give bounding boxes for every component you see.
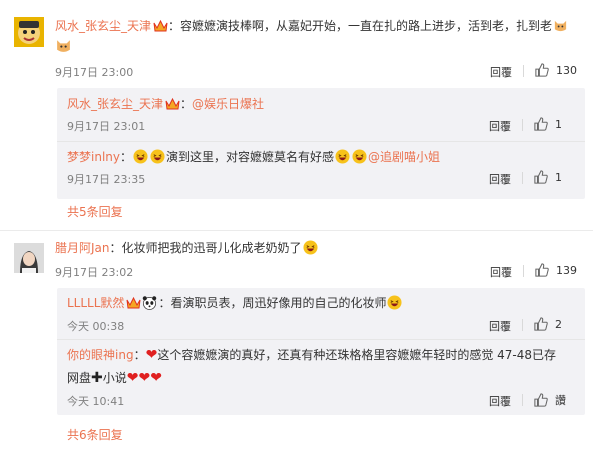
panda-emoji-icon: [143, 296, 157, 310]
red-heart-emoji: ❤: [138, 370, 151, 386]
reply-line: 你的眼神ing：❤这个容嬷嬷演的真好，还真有种还珠格格里容嬷嬷年轻时的感觉 47…: [67, 346, 556, 363]
comment-line: 风水_张玄尘_天津 ：容嬷嬷演技棒啊，从嘉妃开始，一直在扎的路上进步，活到老，扎到…: [55, 17, 569, 34]
comment-divider: [0, 230, 593, 231]
heavy-plus-emoji: ✚: [91, 370, 103, 386]
username-link[interactable]: 腊月阿Jan: [55, 241, 110, 255]
reply-button[interactable]: 回覆: [489, 171, 511, 187]
thumbs-up-icon: [534, 170, 548, 184]
vip-crown-badge-icon: [165, 97, 180, 110]
like-button[interactable]: 139: [535, 263, 577, 277]
reply-line: 梦梦inlny： 演到这里，对容嬷嬷莫名有好感 @追剧喵小姐: [67, 148, 440, 165]
like-button[interactable]: 讚: [534, 392, 566, 408]
username-link[interactable]: 你的眼神ing: [67, 348, 134, 362]
comment-line: 腊月阿Jan：化妆师把我的迅哥儿化成老奶奶了: [55, 239, 319, 256]
action-divider: [522, 172, 523, 184]
reply-list: 风水_张玄尘_天津 ：@娱乐日爆社 9月17日 23:01 回覆 1 梦梦inln…: [57, 88, 585, 199]
reply-text: 演到这里，对容嬷嬷莫名有好感: [166, 150, 335, 164]
comment-text: ：容嬷嬷演技棒啊，从嘉妃开始，一直在扎的路上进步，活到老，扎到老: [168, 19, 553, 33]
action-divider: [523, 265, 524, 277]
reply-text-prefix: ：: [133, 348, 146, 362]
thumbs-up-icon: [534, 393, 548, 407]
vip-crown-badge-icon: [153, 19, 168, 32]
thumbs-up-icon: [535, 63, 549, 77]
timestamp: 今天 00:38: [67, 320, 125, 333]
reply-list: LLLLL默然 ：看演职员表，周迅好像用的自己的化妆师 今天 00:38 回覆 2…: [57, 288, 585, 415]
timestamp: 9月17日 23:35: [67, 173, 146, 186]
like-button[interactable]: 1: [534, 117, 562, 131]
more-replies-link[interactable]: 共5条回复: [67, 203, 123, 220]
thumbs-up-icon: [534, 317, 548, 331]
action-divider: [522, 119, 523, 131]
username-link[interactable]: 风水_张玄尘_天津: [55, 19, 151, 33]
like-count: 1: [555, 117, 562, 131]
like-count: 2: [555, 317, 562, 331]
laughing-emoji-icon: [133, 149, 148, 164]
laughing-emoji-icon: [387, 295, 402, 310]
reply-text: ：: [180, 97, 193, 111]
laughing-emoji-icon: [302, 240, 318, 255]
reply-divider: [57, 141, 585, 142]
reply-line: LLLLL默然 ：看演职员表，周迅好像用的自己的化妆师: [67, 294, 403, 311]
like-button[interactable]: 2: [534, 317, 562, 331]
action-divider: [522, 319, 523, 331]
username-link[interactable]: 风水_张玄尘_天津: [67, 97, 163, 111]
like-count: 1: [555, 170, 562, 184]
comment-text: ：化妆师把我的迅哥儿化成老奶奶了: [109, 241, 302, 255]
reply-button[interactable]: 回覆: [489, 393, 511, 409]
reply-divider: [57, 339, 585, 340]
like-count: 130: [556, 63, 577, 77]
like-count: 139: [556, 263, 577, 277]
timestamp: 9月17日 23:02: [55, 266, 134, 279]
reply-text: 小说: [102, 371, 127, 385]
timestamp: 今天 10:41: [67, 395, 125, 408]
red-heart-emoji: ❤: [145, 347, 158, 363]
action-divider: [522, 394, 523, 406]
like-button[interactable]: 130: [535, 63, 577, 77]
reply-line-continued: 网盘✚小说❤❤❤: [67, 369, 162, 386]
mention-link[interactable]: @追剧喵小姐: [368, 150, 440, 164]
reply-button[interactable]: 回覆: [489, 318, 511, 334]
thumbs-up-icon: [535, 263, 549, 277]
mention-link[interactable]: @娱乐日爆社: [192, 97, 264, 111]
reply-text: 这个容嬷嬷演的真好，还真有种还珠格格里容嬷嬷年轻时的感觉 47-48已存: [157, 348, 556, 362]
more-replies-link[interactable]: 共6条回复: [67, 426, 123, 443]
username-link[interactable]: LLLLL默然: [67, 296, 124, 310]
reply-line: 风水_张玄尘_天津 ：@娱乐日爆社: [67, 95, 264, 112]
reply-button[interactable]: 回覆: [489, 118, 511, 134]
avatar[interactable]: [14, 243, 44, 273]
reply-button[interactable]: 回覆: [490, 64, 512, 80]
like-button[interactable]: 1: [534, 170, 562, 184]
username-link[interactable]: 梦梦inlny: [67, 150, 120, 164]
red-heart-emoji: ❤: [126, 370, 139, 386]
vip-crown-badge-icon: [126, 296, 141, 309]
cat-emoji-icon: [554, 20, 567, 32]
laughing-emoji-icon: [352, 149, 367, 164]
timestamp: 9月17日 23:00: [55, 66, 134, 79]
laughing-emoji-icon: [150, 149, 165, 164]
action-divider: [523, 65, 524, 77]
reply-text-prefix: ：: [119, 150, 132, 164]
reply-text: ：看演职员表，周迅好像用的自己的化妆师: [158, 296, 387, 310]
reply-button[interactable]: 回覆: [490, 264, 512, 280]
cat-emoji-icon: [57, 40, 70, 52]
thumbs-up-icon: [534, 117, 548, 131]
red-heart-emoji: ❤: [150, 370, 162, 386]
reply-text: 网盘: [67, 371, 92, 385]
laughing-emoji-icon: [335, 149, 350, 164]
avatar[interactable]: [14, 17, 44, 47]
like-count: 讚: [555, 394, 566, 407]
timestamp: 9月17日 23:01: [67, 120, 146, 133]
